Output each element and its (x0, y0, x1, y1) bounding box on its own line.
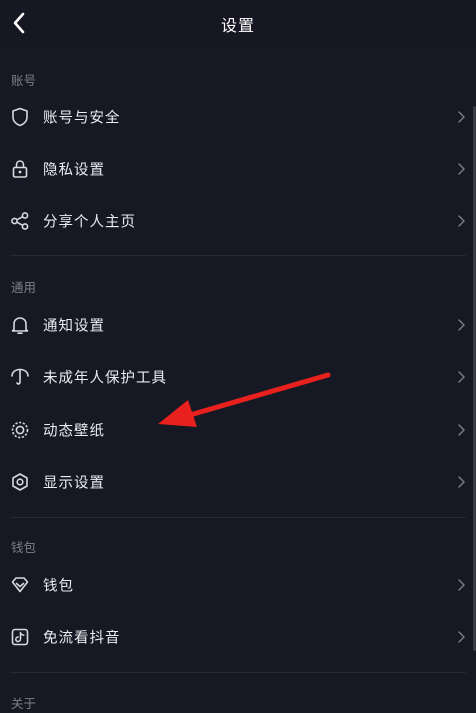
section-label-general: 通用 (11, 280, 37, 295)
settings-item-label: 动态壁纸 (43, 423, 105, 440)
settings-item-share-profile[interactable]: 分享个人主页 (0, 195, 476, 247)
settings-item-account-security[interactable]: 账号与安全 (0, 91, 476, 143)
settings-item-minor-protection[interactable]: 未成年人保护工具 (0, 351, 476, 403)
settings-item-label: 账号与安全 (43, 110, 121, 127)
section-divider (10, 672, 466, 673)
chevron-right-icon (458, 319, 465, 331)
diamond-icon (10, 575, 30, 595)
section-label-account: 账号 (11, 73, 37, 88)
section-divider (10, 517, 466, 518)
chevron-right-icon (458, 371, 465, 383)
settings-item-label: 通知设置 (43, 318, 105, 335)
settings-item-label: 未成年人保护工具 (43, 370, 167, 387)
section-divider (10, 255, 466, 256)
chevron-right-icon (458, 424, 465, 436)
chevron-right-icon (458, 215, 465, 227)
settings-item-label: 钱包 (43, 578, 74, 595)
settings-item-notification[interactable]: 通知设置 (0, 299, 476, 351)
page-title: 设置 (220, 16, 255, 35)
wallpaper-icon (10, 420, 30, 440)
section-label-wallet: 钱包 (11, 540, 37, 555)
settings-item-privacy[interactable]: 隐私设置 (0, 143, 476, 195)
tiktok-icon (10, 627, 30, 647)
share-icon (10, 211, 30, 231)
chevron-right-icon (458, 163, 465, 175)
settings-list: 账号 账号与安全 隐私设置 分享个人主页 通用 通知设置 未成年人保护工具 动态… (0, 46, 476, 713)
settings-item-label: 隐私设置 (43, 162, 105, 179)
settings-item-display[interactable]: 显示设置 (0, 456, 476, 508)
settings-item-free-data[interactable]: 免流看抖音 (0, 611, 476, 663)
settings-item-live-wallpaper[interactable]: 动态壁纸 (0, 404, 476, 456)
section-label-about: 关于 (11, 696, 37, 711)
settings-item-label: 免流看抖音 (43, 630, 121, 647)
chevron-right-icon (458, 579, 465, 591)
chevron-right-icon (458, 476, 465, 488)
lock-icon (10, 159, 30, 179)
settings-item-label: 分享个人主页 (43, 214, 136, 231)
shield-icon (10, 107, 30, 127)
umbrella-icon (10, 367, 30, 387)
hexagon-icon (10, 472, 30, 492)
top-bar: 设置 (0, 0, 476, 46)
bell-icon (10, 315, 30, 335)
chevron-right-icon (458, 631, 465, 643)
chevron-right-icon (458, 111, 465, 123)
settings-item-wallet[interactable]: 钱包 (0, 559, 476, 611)
settings-item-label: 显示设置 (43, 475, 105, 492)
